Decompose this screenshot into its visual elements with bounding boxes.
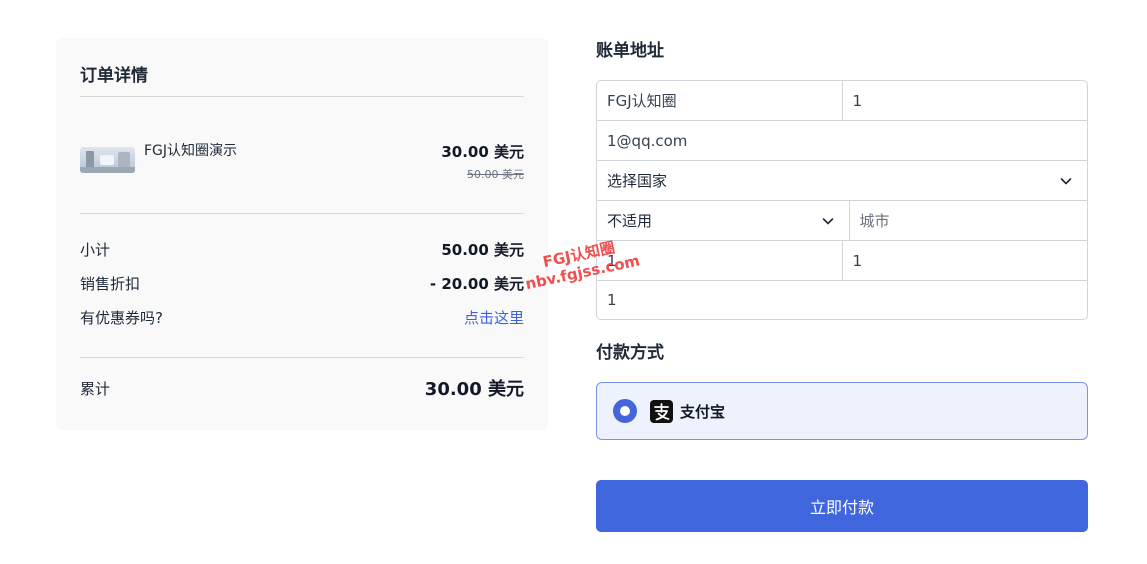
product-original-price: 50.00 美元 [467, 168, 524, 181]
radio-selected[interactable] [613, 399, 637, 423]
payment-option-alipay[interactable]: 支付宝 [596, 382, 1088, 440]
product-price: 30.00 美元 [441, 143, 524, 161]
field-2-cell [841, 81, 1087, 120]
country-select-value: 选择国家 [607, 172, 668, 190]
form-row [597, 81, 1087, 121]
field-a-cell [597, 241, 842, 280]
billing-title: 账单地址 [596, 41, 664, 61]
total-row: 累计 30.00 美元 [80, 358, 524, 418]
city-field[interactable] [859, 201, 1087, 240]
subtotal-value: 50.00 美元 [441, 240, 524, 259]
city-field-cell [848, 201, 1087, 240]
state-select-value: 不适用 [607, 212, 653, 230]
discount-value: - 20.00 美元 [429, 274, 524, 293]
pay-now-button[interactable]: 立即付款 [596, 480, 1088, 532]
total-value: 30.00 美元 [424, 379, 524, 400]
price-breakdown: 小计 50.00 美元 销售折扣 - 20.00 美元 有优惠券吗? 点击这里 [80, 214, 524, 357]
alipay-icon [650, 399, 673, 423]
payment-method-title: 付款方式 [596, 343, 664, 363]
billing-form: 选择国家 不适用 [596, 80, 1088, 320]
text-field[interactable] [607, 281, 1087, 319]
name-field-cell [597, 81, 842, 120]
order-summary-title: 订单详情 [80, 66, 148, 86]
chevron-down-icon [1060, 177, 1072, 184]
payment-method-label: 支付宝 [680, 402, 726, 421]
form-row [597, 281, 1087, 319]
email-field[interactable] [607, 121, 1087, 160]
coupon-row: 有优惠券吗? 点击这里 [80, 300, 524, 334]
field-c-cell [597, 281, 1087, 319]
coupon-label: 有优惠券吗? [80, 308, 163, 327]
chevron-down-icon [822, 217, 833, 224]
subtotal-label: 小计 [80, 240, 111, 259]
form-row [597, 241, 1087, 281]
text-field[interactable] [607, 241, 842, 280]
discount-label: 销售折扣 [80, 274, 141, 293]
product-line-item: FGJ认知圈演示 30.00 美元 50.00 美元 [80, 97, 524, 213]
name-field[interactable] [607, 81, 842, 120]
discount-row: 销售折扣 - 20.00 美元 [80, 266, 524, 300]
subtotal-row: 小计 50.00 美元 [80, 232, 524, 266]
field-b-cell [841, 241, 1087, 280]
form-row [597, 121, 1087, 161]
state-select[interactable]: 不适用 [597, 201, 849, 240]
text-field[interactable] [852, 81, 1087, 120]
form-row: 不适用 [597, 201, 1087, 241]
product-name: FGJ认知圈演示 [144, 143, 238, 159]
country-select[interactable]: 选择国家 [597, 161, 1087, 200]
total-label: 累计 [80, 379, 111, 398]
coupon-link[interactable]: 点击这里 [464, 307, 524, 328]
form-row: 选择国家 [597, 161, 1087, 201]
email-field-cell [597, 121, 1087, 160]
text-field[interactable] [852, 241, 1087, 280]
product-price-block: 30.00 美元 50.00 美元 [441, 141, 524, 185]
product-thumbnail [80, 147, 135, 173]
order-summary-card: 订单详情 FGJ认知圈演示 30.00 美元 50.00 美元 小计 50.00… [56, 38, 548, 430]
